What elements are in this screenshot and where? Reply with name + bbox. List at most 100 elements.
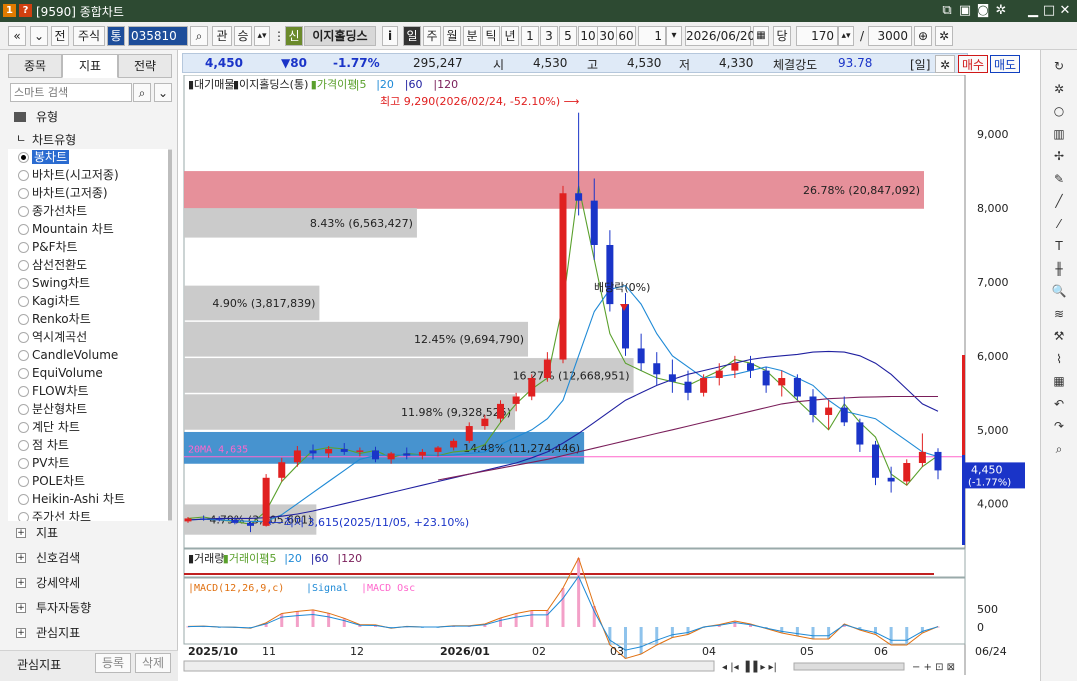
stock-code-input[interactable]: 035810	[128, 26, 188, 46]
interval-60[interactable]: 60	[616, 26, 636, 46]
radio-icon[interactable]	[18, 224, 29, 235]
undo-icon[interactable]: ↶	[1049, 394, 1069, 414]
chart-type-item[interactable]: 점 차트	[18, 437, 69, 454]
expand-icon[interactable]: +	[16, 553, 26, 563]
save-icon[interactable]: ▣	[956, 2, 974, 20]
chart-settings-icon[interactable]: ✲	[935, 55, 955, 73]
refresh-icon[interactable]: ↻	[1049, 56, 1069, 76]
fibonacci-icon[interactable]: ≋	[1049, 304, 1069, 324]
delete-button[interactable]: 삭제	[135, 653, 171, 673]
radio-icon[interactable]	[18, 332, 29, 343]
radio-icon[interactable]	[18, 440, 29, 451]
chart-type-item[interactable]: POLE차트	[18, 473, 85, 490]
pencil-icon[interactable]: ✎	[1049, 169, 1069, 189]
chart-type-item[interactable]: PV차트	[18, 455, 70, 472]
tab-stock[interactable]: 종목	[8, 54, 62, 78]
group-label[interactable]: 유형	[36, 108, 58, 125]
period-year[interactable]: 년	[501, 26, 519, 46]
radio-icon[interactable]	[18, 476, 29, 487]
close-icon[interactable]: ✕	[1056, 2, 1074, 20]
period-tick[interactable]: 틱	[482, 26, 500, 46]
sell-button[interactable]: 매도	[990, 55, 1020, 73]
gwan-button[interactable]: 관	[212, 26, 232, 46]
buy-button[interactable]: 매수	[958, 55, 988, 73]
chart-type-item[interactable]: 분산형차트	[18, 401, 87, 418]
zoom-box-icon[interactable]: 🔍	[1049, 281, 1069, 301]
auto-line-icon[interactable]: ⁄	[1049, 214, 1069, 234]
radio-icon[interactable]	[18, 404, 29, 415]
period-day[interactable]: 일	[403, 26, 421, 46]
chart-type-item[interactable]: 봉차트	[18, 149, 70, 166]
popout-icon[interactable]: ⧉	[938, 2, 956, 20]
radio-icon[interactable]	[18, 368, 29, 379]
period-minute[interactable]: 분	[463, 26, 481, 46]
tool-x-icon[interactable]: ⚒	[1049, 326, 1069, 346]
date-input[interactable]: 2026/06/20	[685, 26, 755, 46]
dang-button[interactable]: 당	[773, 26, 791, 46]
radio-icon[interactable]	[18, 494, 29, 505]
price-chart[interactable]: 26.78% (20,847,092) 8.43% (6,563,427) 4.90…	[182, 75, 1034, 681]
info-icon[interactable]: i	[382, 26, 398, 46]
radio-icon[interactable]	[18, 152, 29, 163]
interval-10[interactable]: 10	[578, 26, 598, 46]
interval-5[interactable]: 5	[559, 26, 577, 46]
section-item[interactable]: + 신호검색	[16, 548, 80, 568]
register-button[interactable]: 등록	[95, 653, 131, 673]
chevron-down-icon[interactable]: ▾	[666, 26, 682, 46]
search-icon[interactable]: ⌕	[133, 83, 151, 102]
interval-1[interactable]: 1	[521, 26, 539, 46]
radio-icon[interactable]	[18, 170, 29, 181]
text-icon[interactable]: T	[1049, 236, 1069, 256]
market-select[interactable]: 주식	[73, 26, 105, 46]
radio-icon[interactable]	[18, 242, 29, 253]
chart-type-item[interactable]: 종가선차트	[18, 203, 87, 220]
chart-type-item[interactable]: 바차트(시고저종)	[18, 167, 119, 184]
chart-type-item[interactable]: Heikin-Ashi 차트	[18, 491, 125, 508]
interval-input[interactable]: 1	[638, 26, 666, 46]
section-item[interactable]: + 지표	[16, 523, 58, 543]
section-item[interactable]: + 관심지표	[16, 623, 80, 643]
chart-type-item[interactable]: 계단 차트	[18, 419, 80, 436]
circle-icon[interactable]: ○	[1049, 101, 1069, 121]
settings-icon[interactable]: ✲	[1049, 79, 1069, 99]
radio-icon[interactable]	[18, 422, 29, 433]
smart-search-input[interactable]	[10, 83, 132, 102]
tree-label[interactable]: 차트유형	[32, 131, 76, 148]
chart-type-item[interactable]: Renko차트	[18, 311, 91, 328]
first-icon[interactable]: «	[8, 26, 26, 46]
gear-icon[interactable]: ✲	[935, 26, 953, 46]
crosshair-icon[interactable]: ✢	[1049, 146, 1069, 166]
chart-type-item[interactable]: Mountain 차트	[18, 221, 114, 238]
redo-icon[interactable]: ↷	[1049, 416, 1069, 436]
radio-icon[interactable]	[18, 296, 29, 307]
count-spinner-icon[interactable]: ▴▾	[838, 26, 854, 46]
radio-icon[interactable]	[18, 458, 29, 469]
tong-button[interactable]: 통	[107, 26, 125, 46]
trendline-icon[interactable]: ╱	[1049, 191, 1069, 211]
count-input[interactable]: 170	[796, 26, 838, 46]
camera-icon[interactable]: ◙	[974, 2, 992, 20]
search-icon[interactable]: ⌕	[190, 26, 208, 46]
period-week[interactable]: 주	[423, 26, 441, 46]
radio-icon[interactable]	[18, 386, 29, 397]
chart-type-item[interactable]: CandleVolume	[18, 347, 118, 364]
help-icon[interactable]: ?	[19, 4, 32, 17]
radio-icon[interactable]	[18, 512, 29, 521]
radio-icon[interactable]	[18, 260, 29, 271]
chart-type-item[interactable]: 바차트(고저종)	[18, 185, 108, 202]
expand-icon[interactable]: +	[16, 628, 26, 638]
parallel-icon[interactable]: ⌇	[1049, 349, 1069, 369]
chart-type-item[interactable]: 주가선 차트	[18, 509, 91, 521]
chart-type-item[interactable]: Swing차트	[18, 275, 90, 292]
chart-add-icon[interactable]: ▥	[1049, 124, 1069, 144]
interval-30[interactable]: 30	[597, 26, 617, 46]
chart-type-item[interactable]: Kagi차트	[18, 293, 80, 310]
chart-type-item[interactable]: 삼선전환도	[18, 257, 87, 274]
candle-add-icon[interactable]: ╫	[1049, 259, 1069, 279]
total-count-input[interactable]: 3000	[868, 26, 912, 46]
radio-icon[interactable]	[18, 206, 29, 217]
grid-icon[interactable]: ▦	[1049, 371, 1069, 391]
collapse-icon[interactable]: ⌄	[154, 83, 172, 102]
chart-type-item[interactable]: 역시계곡선	[18, 329, 87, 346]
expand-icon[interactable]: +	[16, 578, 26, 588]
